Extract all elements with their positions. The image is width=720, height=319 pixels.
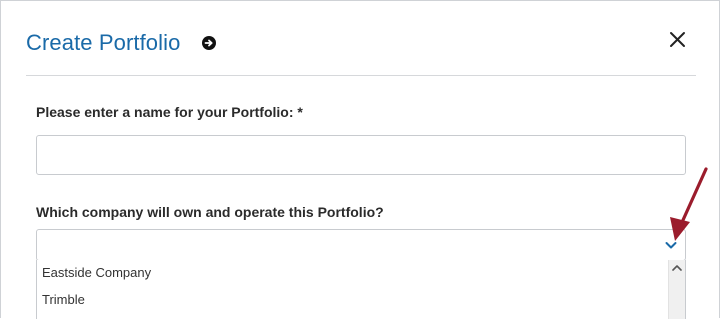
company-options-list[interactable]: Eastside Company Trimble xyxy=(36,260,686,319)
company-select[interactable] xyxy=(36,229,686,261)
scroll-up-arrow-icon[interactable] xyxy=(672,264,682,272)
arrow-right-circle-icon[interactable] xyxy=(202,36,216,50)
header-divider xyxy=(26,75,696,76)
company-option[interactable]: Eastside Company xyxy=(37,260,669,286)
company-option[interactable]: Trimble xyxy=(37,287,669,313)
company-label: Which company will own and operate this … xyxy=(36,204,384,220)
dialog-title: Create Portfolio xyxy=(26,30,181,55)
portfolio-name-label: Please enter a name for your Portfolio: … xyxy=(36,104,303,120)
close-button[interactable] xyxy=(667,29,689,51)
chevron-down-icon xyxy=(665,242,677,249)
options-scrollbar[interactable] xyxy=(668,260,685,319)
close-icon xyxy=(670,32,685,47)
portfolio-name-input[interactable] xyxy=(36,135,686,175)
create-portfolio-dialog: Create Portfolio Please enter a name for… xyxy=(0,0,720,319)
